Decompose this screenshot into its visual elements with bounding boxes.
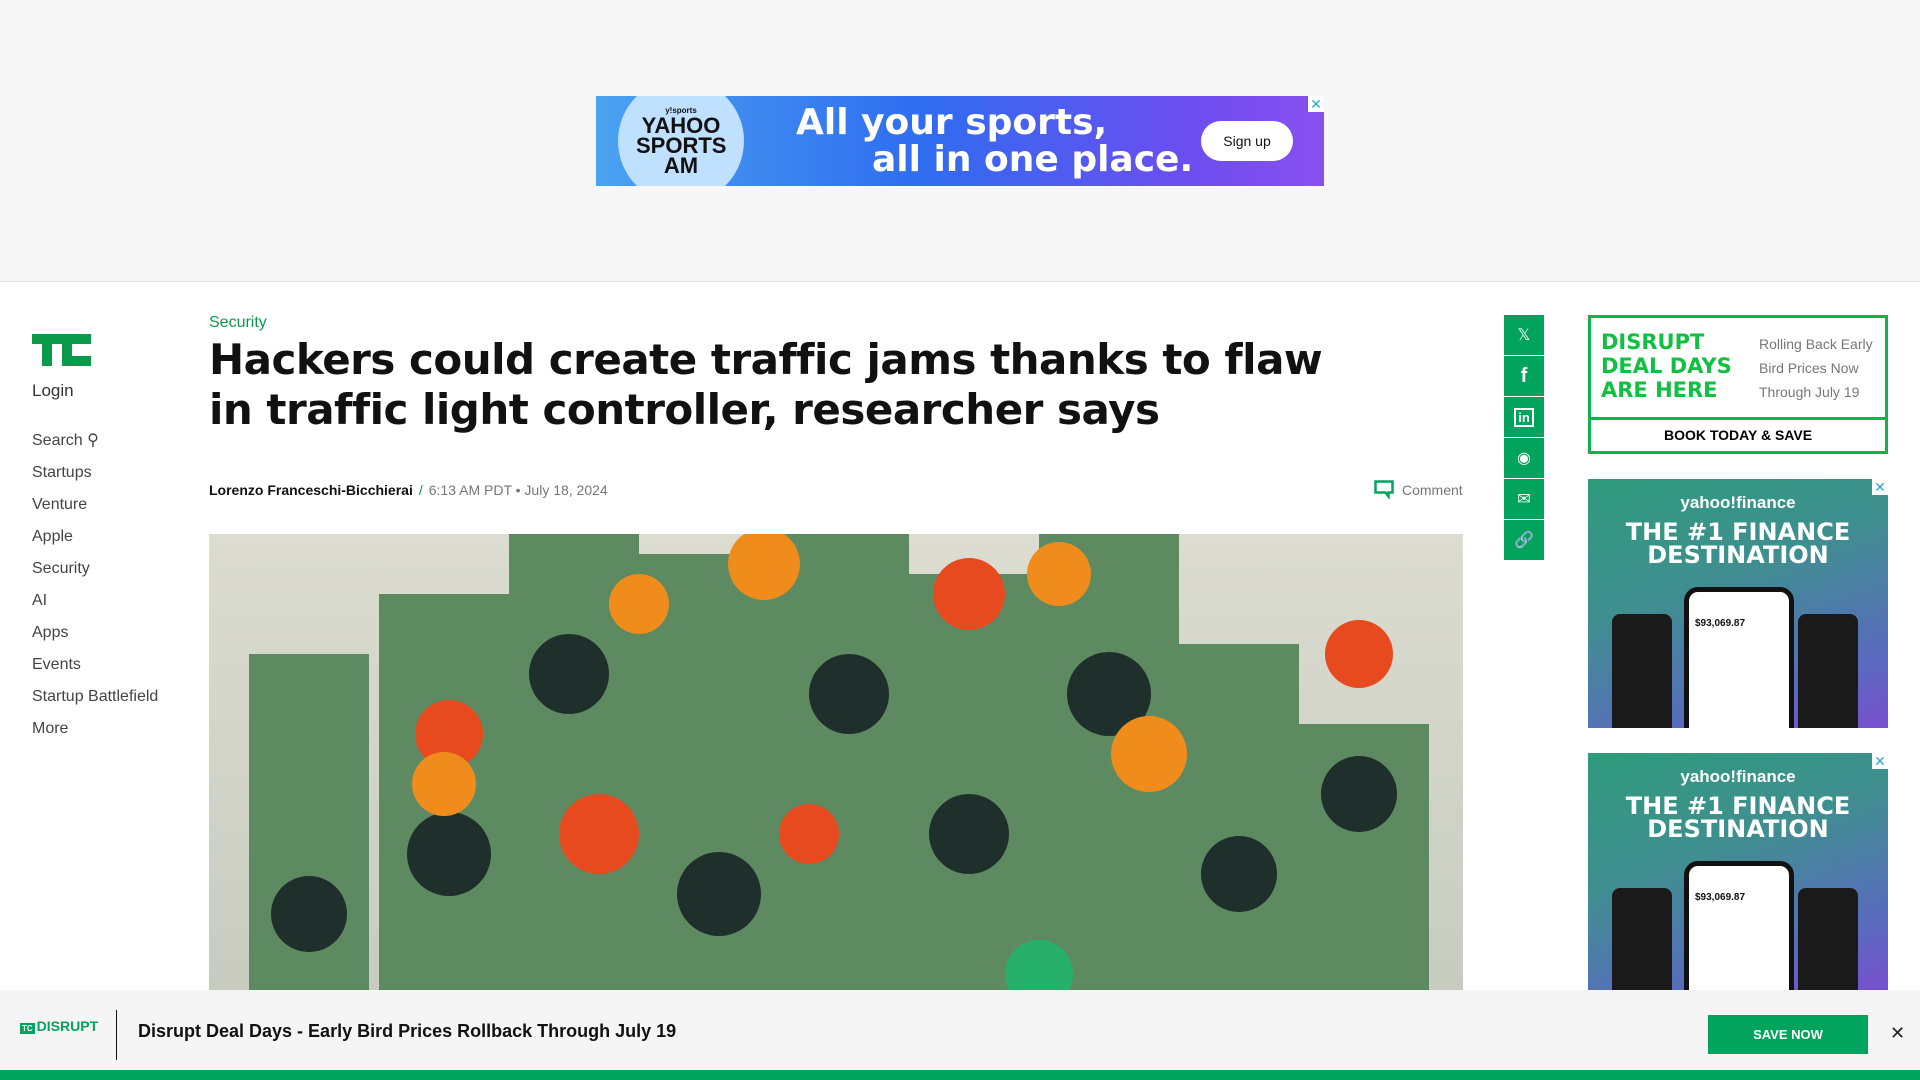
sidebar-item-events[interactable]: Events (32, 655, 158, 687)
phone-mockup (1612, 614, 1672, 728)
disrupt-ad-details: Rolling Back Early Bird Prices Now Throu… (1759, 332, 1873, 404)
article-timestamp: 6:13 AM PDT • July 18, 2024 (428, 482, 608, 498)
finance-tag-line: DESTINATION (1647, 815, 1829, 843)
disrupt-deal-ad[interactable]: DISRUPT DEAL DAYS ARE HERE Rolling Back … (1588, 315, 1888, 454)
promo-bottom-bar: TC DISRUPT Disrupt Deal Days - Early Bird… (0, 990, 1920, 1070)
finance-ad-brand: yahoo!finance (1680, 767, 1796, 786)
promo-message[interactable]: Disrupt Deal Days - Early Bird Prices Ro… (138, 1021, 676, 1042)
yahoo-sports-am-logo: y!sports YAHOO SPORTS AM (618, 96, 744, 186)
phone-mockup (1798, 614, 1858, 728)
phone-mockup: $93,069.87 (1684, 861, 1794, 990)
yahoo-finance-ad[interactable]: yahoo!finance THE #1 FINANCE DESTINATION … (1588, 479, 1888, 728)
ad-brand: YAHOO SPORTS AM (636, 113, 727, 178)
byline: Lorenzo Franceschi-Bicchierai / 6:13 AM PD… (209, 482, 608, 498)
techcrunch-logo[interactable] (32, 334, 91, 366)
sidebar-item-venture[interactable]: Venture (32, 495, 158, 527)
x-icon[interactable]: 𝕏 (1504, 315, 1544, 355)
sidebar-item-startup-battlefield[interactable]: Startup Battlefield (32, 687, 158, 719)
disrupt-logo-text: DISRUPT (36, 1018, 99, 1034)
divider (116, 1010, 117, 1060)
email-icon[interactable]: ✉ (1504, 479, 1544, 519)
author-link[interactable]: Lorenzo Franceschi-Bicchierai (209, 482, 413, 498)
disrupt-ad-headline: DISRUPT DEAL DAYS ARE HERE (1601, 330, 1732, 402)
comment-icon (1374, 480, 1394, 499)
disrupt-headline-line: ARE HERE (1601, 378, 1718, 402)
disrupt-headline-line: DEAL DAYS (1601, 354, 1732, 378)
save-now-button[interactable]: SAVE NOW (1708, 1015, 1868, 1054)
article-category[interactable]: Security (209, 314, 267, 332)
finance-amount: $93,069.87 (1695, 618, 1746, 629)
finance-tag-line: DESTINATION (1647, 541, 1829, 569)
sidebar-item-startups[interactable]: Startups (32, 463, 158, 495)
sidebar-item-security[interactable]: Security (32, 559, 158, 591)
finance-amount: $93,069.87 (1695, 892, 1746, 903)
finance-ad-tagline: THE #1 FINANCE DESTINATION (1588, 794, 1888, 843)
ad-close-icon[interactable]: ✕ (1872, 753, 1888, 769)
byline-separator: / (418, 482, 423, 498)
ad-headline-2: all in one place. (872, 139, 1194, 180)
article-title: Hackers could create traffic jams thanks… (209, 335, 1323, 434)
comment-button[interactable]: Comment (1374, 480, 1463, 499)
linkedin-icon[interactable]: in (1504, 397, 1544, 437)
article-hero-image (209, 534, 1463, 990)
disrupt-headline-line: DISRUPT (1601, 330, 1705, 354)
sidebar-item-apps[interactable]: Apps (32, 623, 158, 655)
login-link[interactable]: Login (32, 381, 74, 401)
phone-mockup: $93,069.87 (1684, 587, 1794, 728)
phone-mockup (1612, 888, 1672, 990)
disrupt-detail-line: Bird Prices Now (1759, 360, 1859, 376)
link-icon[interactable]: 🔗 (1504, 520, 1544, 560)
phone-mockup (1798, 888, 1858, 990)
comment-label: Comment (1402, 481, 1463, 498)
book-today-button[interactable]: BOOK TODAY & SAVE (1591, 417, 1885, 451)
disrupt-detail-line: Rolling Back Early (1759, 336, 1873, 352)
ad-close-icon[interactable]: ✕ (1308, 96, 1324, 112)
top-ad-band: y!sports YAHOO SPORTS AM All your sports,… (0, 0, 1920, 282)
disrupt-detail-line: Through July 19 (1759, 384, 1860, 400)
sidebar-nav: Search ⚲ Startups Venture Apple Security… (32, 431, 158, 751)
close-icon[interactable]: ✕ (1890, 1023, 1905, 1044)
finance-ad-brand: yahoo!finance (1680, 493, 1796, 512)
share-bar: 𝕏 f in ◉ ✉ 🔗 (1504, 315, 1544, 561)
sidebar-item-more[interactable]: More (32, 719, 158, 751)
ad-headline: All your sports, all in one place. (796, 104, 1193, 178)
sidebar-item-ai[interactable]: AI (32, 591, 158, 623)
ad-headline-1: All your sports, (796, 102, 1108, 143)
yahoo-sports-ad[interactable]: y!sports YAHOO SPORTS AM All your sports,… (596, 96, 1324, 186)
ad-close-icon[interactable]: ✕ (1872, 479, 1888, 495)
facebook-icon[interactable]: f (1504, 356, 1544, 396)
sidebar-item-search[interactable]: Search ⚲ (32, 431, 158, 463)
finance-ad-tagline: THE #1 FINANCE DESTINATION (1588, 520, 1888, 569)
yahoo-finance-ad[interactable]: yahoo!finance THE #1 FINANCE DESTINATION … (1588, 753, 1888, 990)
sidebar-item-label: Search (32, 432, 83, 449)
ad-signup-button[interactable]: Sign up (1201, 121, 1293, 161)
reddit-icon[interactable]: ◉ (1504, 438, 1544, 478)
search-icon: ⚲ (87, 432, 99, 449)
disrupt-logo: TC DISRUPT (20, 1018, 99, 1034)
sidebar-item-apple[interactable]: Apple (32, 527, 158, 559)
bottom-accent-strip (0, 1070, 1920, 1080)
